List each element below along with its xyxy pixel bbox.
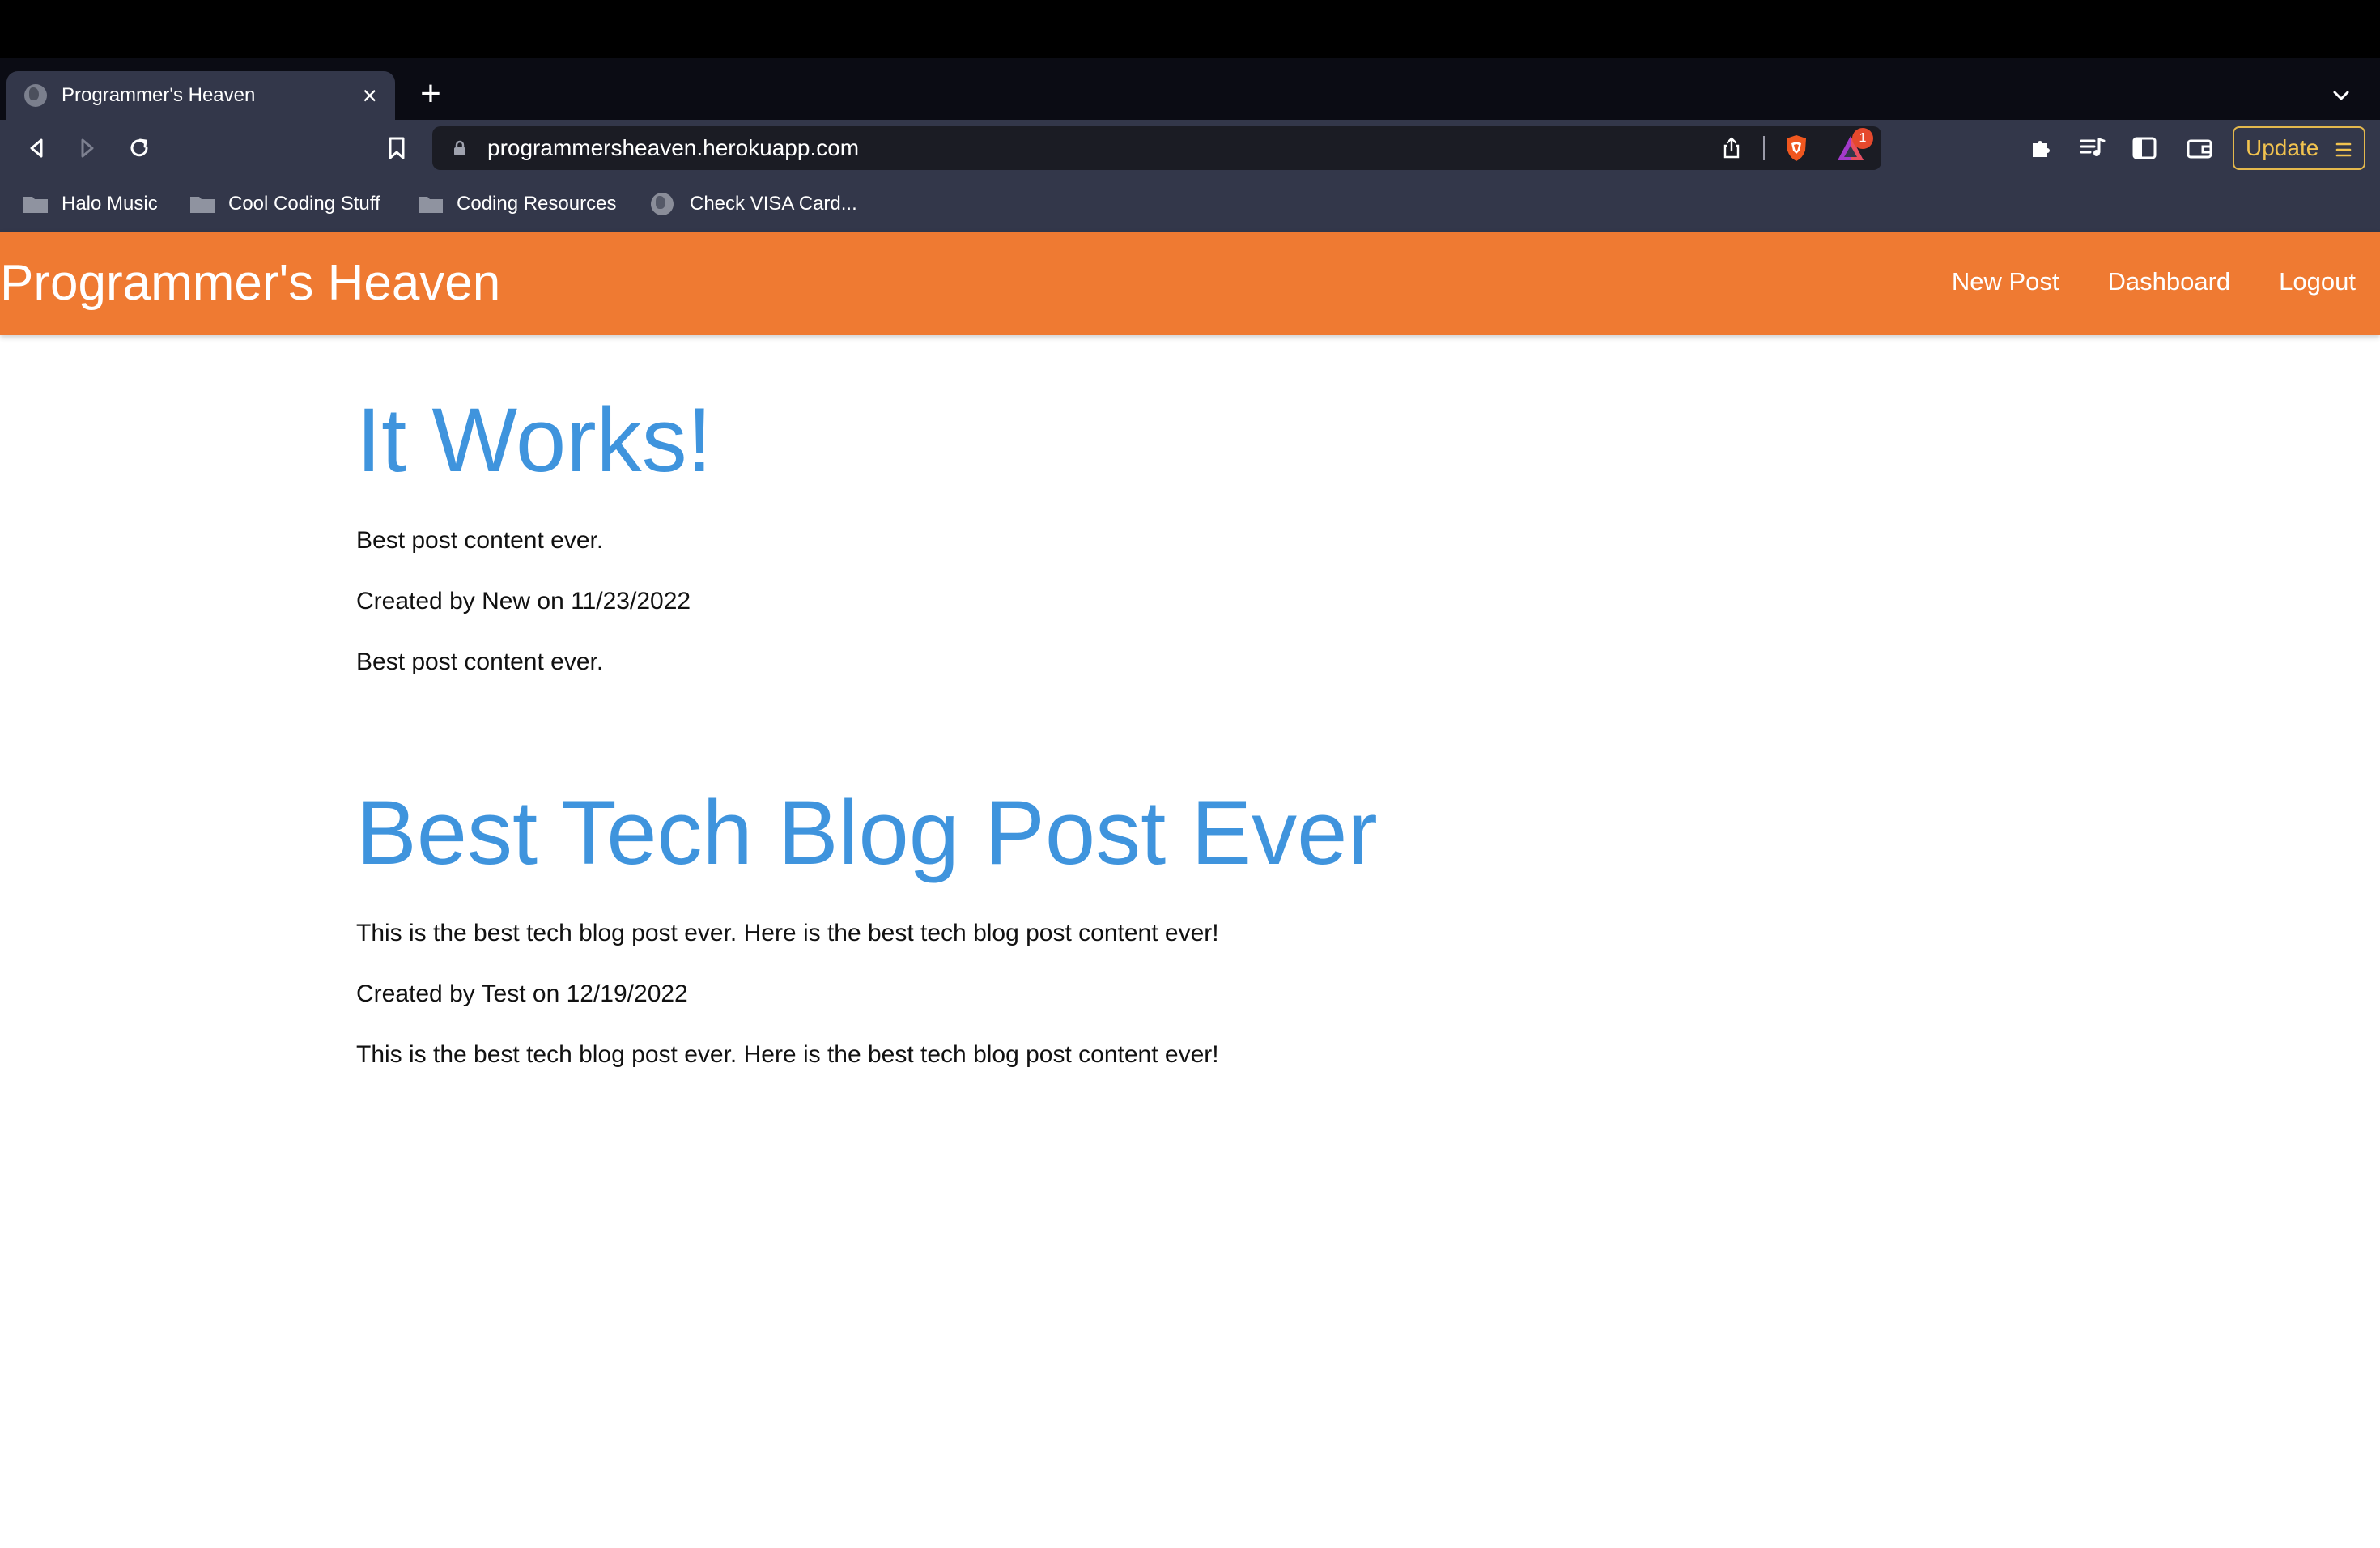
browser-tab[interactable]: Programmer's Heaven × (6, 71, 395, 120)
reload-button[interactable] (119, 128, 159, 168)
share-icon[interactable] (1719, 136, 1744, 160)
post-title[interactable]: Best Tech Blog Post Ever (356, 773, 1975, 893)
back-arrow-icon (30, 138, 43, 158)
bookmark-check-visa-card[interactable]: Check VISA Card... (651, 189, 857, 219)
puzzle-icon (2033, 141, 2050, 157)
nav-dashboard[interactable]: Dashboard (2108, 266, 2231, 298)
close-tab-icon[interactable]: × (362, 83, 377, 108)
update-button[interactable]: Update (2233, 126, 2365, 170)
brave-shield-icon[interactable] (1781, 133, 1812, 164)
post-body: This is the best tech blog post ever. He… (356, 1041, 1219, 1068)
site-navbar: Programmer's Heaven New Post Dashboard L… (0, 232, 2380, 335)
site-brand[interactable]: Programmer's Heaven (0, 254, 500, 313)
bookmark-label: Cool Coding Stuff (228, 193, 380, 215)
post-title[interactable]: It Works! (356, 381, 1975, 500)
folder-icon (190, 197, 215, 213)
tab-search-chevron-icon[interactable] (2327, 81, 2356, 110)
lock-icon (454, 140, 465, 155)
bookmark-page-button[interactable] (376, 128, 417, 168)
playlist-button[interactable] (2072, 128, 2113, 168)
folder-icon (23, 197, 48, 213)
globe-icon (651, 193, 674, 215)
post-card: It Works! Best post content ever. Create… (356, 381, 1975, 692)
post-meta: Created by Test on 12/19/2022 (356, 980, 688, 1007)
globe-icon (24, 84, 47, 107)
address-bar[interactable]: programmersheaven.herokuapp.com 1 (432, 126, 1881, 170)
bookmark-coding-resources[interactable]: Coding Resources (418, 189, 616, 219)
address-url[interactable]: programmersheaven.herokuapp.com (487, 136, 859, 160)
forward-arrow-icon (81, 138, 94, 158)
tab-strip: Programmer's Heaven × + (0, 58, 2380, 120)
sidebar-toggle-button[interactable] (2124, 128, 2165, 168)
bookmarks-bar: Halo Music Cool Coding Stuff Coding Reso… (0, 176, 2380, 232)
rewards-badge: 1 (1852, 128, 1873, 149)
bookmark-cool-coding-stuff[interactable]: Cool Coding Stuff (189, 189, 380, 219)
reload-icon (130, 138, 148, 157)
site-nav-links: New Post Dashboard Logout (1952, 266, 2356, 298)
wallet-icon (2187, 139, 2212, 159)
bookmark-icon (389, 137, 405, 159)
bookmark-label: Halo Music (62, 193, 158, 215)
window-title-bar (0, 0, 2380, 58)
nav-new-post[interactable]: New Post (1952, 266, 2059, 298)
tab-title: Programmer's Heaven (62, 84, 256, 106)
post-card: Best Tech Blog Post Ever This is the bes… (356, 773, 1975, 1085)
post-content: This is the best tech blog post ever. He… (356, 920, 1219, 946)
bookmark-halo-music[interactable]: Halo Music (23, 189, 158, 219)
extensions-button[interactable] (2021, 128, 2061, 168)
sidebar-icon (2132, 137, 2157, 159)
new-tab-button[interactable]: + (414, 76, 447, 112)
playlist-icon (2080, 138, 2106, 156)
nav-logout[interactable]: Logout (2279, 266, 2356, 298)
bookmark-label: Check VISA Card... (690, 193, 857, 215)
wallet-button[interactable] (2179, 128, 2220, 168)
browser-toolbar: programmersheaven.herokuapp.com 1 Update (0, 120, 2380, 176)
hamburger-menu-icon (2335, 142, 2352, 157)
post-body: Best post content ever. (356, 649, 604, 675)
back-button[interactable] (16, 128, 57, 168)
post-content: Best post content ever. (356, 527, 604, 554)
folder-icon (419, 197, 443, 213)
posts-list: It Works! Best post content ever. Create… (356, 381, 1975, 1166)
update-label: Update (2246, 135, 2319, 160)
forward-button[interactable] (67, 128, 108, 168)
post-meta: Created by New on 11/23/2022 (356, 588, 691, 615)
omnibox-divider (1763, 136, 1765, 160)
bookmark-label: Coding Resources (457, 193, 617, 215)
